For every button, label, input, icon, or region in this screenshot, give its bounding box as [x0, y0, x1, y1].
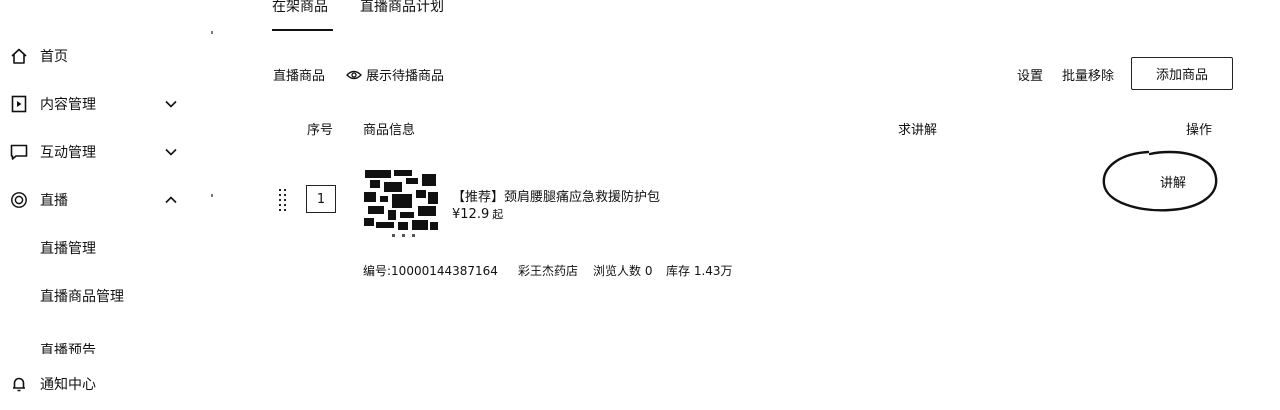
- settings-button[interactable]: 设置: [1017, 65, 1043, 84]
- home-icon: [10, 47, 28, 65]
- sidebar-item-label: 直播预告: [40, 343, 96, 354]
- decorative-dot: [211, 194, 213, 197]
- sidebar-item-label: 首页: [40, 49, 68, 65]
- sidebar-item-label: 直播: [40, 193, 68, 209]
- content-icon: [10, 95, 28, 113]
- sidebar-item-notifications[interactable]: 通知中心: [0, 368, 200, 400]
- sidebar-item-live-preview[interactable]: 直播预告: [0, 338, 200, 354]
- sidebar-item-live-manage[interactable]: 直播管理: [0, 232, 200, 264]
- sidebar-item-live[interactable]: 直播: [0, 184, 200, 216]
- chevron-up-icon: [165, 196, 177, 204]
- product-views: 浏览人数 0: [593, 264, 653, 278]
- product-price: ¥12.9: [452, 207, 490, 222]
- batch-remove-button[interactable]: 批量移除: [1062, 65, 1114, 84]
- live-icon: [10, 191, 28, 209]
- product-thumbnail[interactable]: [362, 168, 440, 238]
- sidebar-item-label: 直播管理: [40, 241, 96, 257]
- sidebar-item-home[interactable]: 首页: [0, 40, 200, 72]
- sequence-number[interactable]: 1: [306, 185, 336, 213]
- product-price-block: ¥12.9 起: [452, 206, 503, 222]
- price-suffix: 起: [492, 208, 504, 221]
- drag-handle-icon[interactable]: [278, 189, 288, 211]
- tab-on-shelf-products[interactable]: 在架商品: [272, 0, 328, 16]
- show-pending-label: 展示待播商品: [366, 69, 445, 84]
- bell-icon: [10, 375, 28, 393]
- product-code: 编号:10000144387164: [363, 264, 498, 278]
- sidebar-item-label: 直播商品管理: [40, 289, 124, 305]
- add-product-button[interactable]: 添加商品: [1131, 57, 1233, 90]
- column-header-request: 求讲解: [898, 123, 938, 138]
- message-icon: [10, 143, 28, 161]
- product-shop: 彩王杰药店: [518, 264, 579, 278]
- column-header-seq: 序号: [307, 123, 334, 138]
- product-title[interactable]: 【推荐】颈肩腰腿痛应急救援防护包: [452, 186, 660, 205]
- sidebar: 首页 内容管理 互动管理 直播 直播管理 直播商品管理 直播预告 通知中心: [0, 0, 213, 410]
- active-tab-indicator: [272, 29, 333, 31]
- sidebar-item-content[interactable]: 内容管理: [0, 88, 200, 120]
- eye-icon: [346, 70, 362, 79]
- chevron-down-icon: [165, 148, 177, 156]
- sidebar-item-label: 内容管理: [40, 97, 96, 113]
- section-title: 直播商品: [273, 69, 326, 84]
- column-header-info: 商品信息: [363, 123, 416, 138]
- chevron-down-icon: [165, 100, 177, 108]
- product-stock: 库存 1.43万: [666, 264, 733, 278]
- sidebar-item-live-products[interactable]: 直播商品管理: [0, 280, 200, 312]
- explain-button[interactable]: 讲解: [1160, 172, 1186, 191]
- sidebar-item-interaction[interactable]: 互动管理: [0, 136, 200, 168]
- sidebar-item-label: 互动管理: [40, 145, 96, 161]
- decorative-dot: [211, 31, 213, 34]
- column-header-actions: 操作: [1186, 123, 1213, 138]
- tab-live-product-plan[interactable]: 直播商品计划: [360, 0, 444, 16]
- sidebar-item-label: 通知中心: [40, 377, 96, 393]
- show-pending-toggle[interactable]: 展示待播商品: [346, 65, 444, 84]
